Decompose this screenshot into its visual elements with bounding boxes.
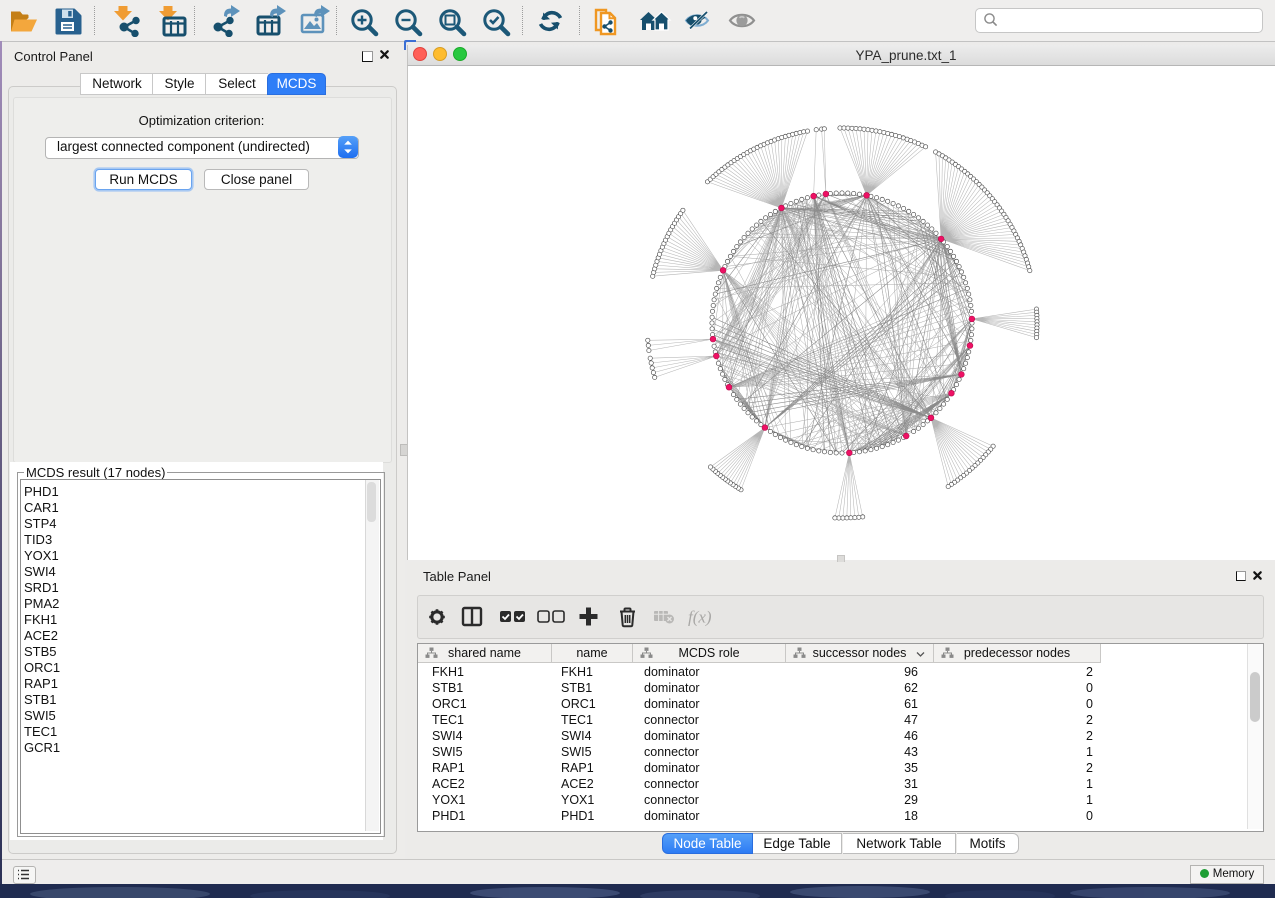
svg-text:f(x): f(x) [688,608,712,627]
